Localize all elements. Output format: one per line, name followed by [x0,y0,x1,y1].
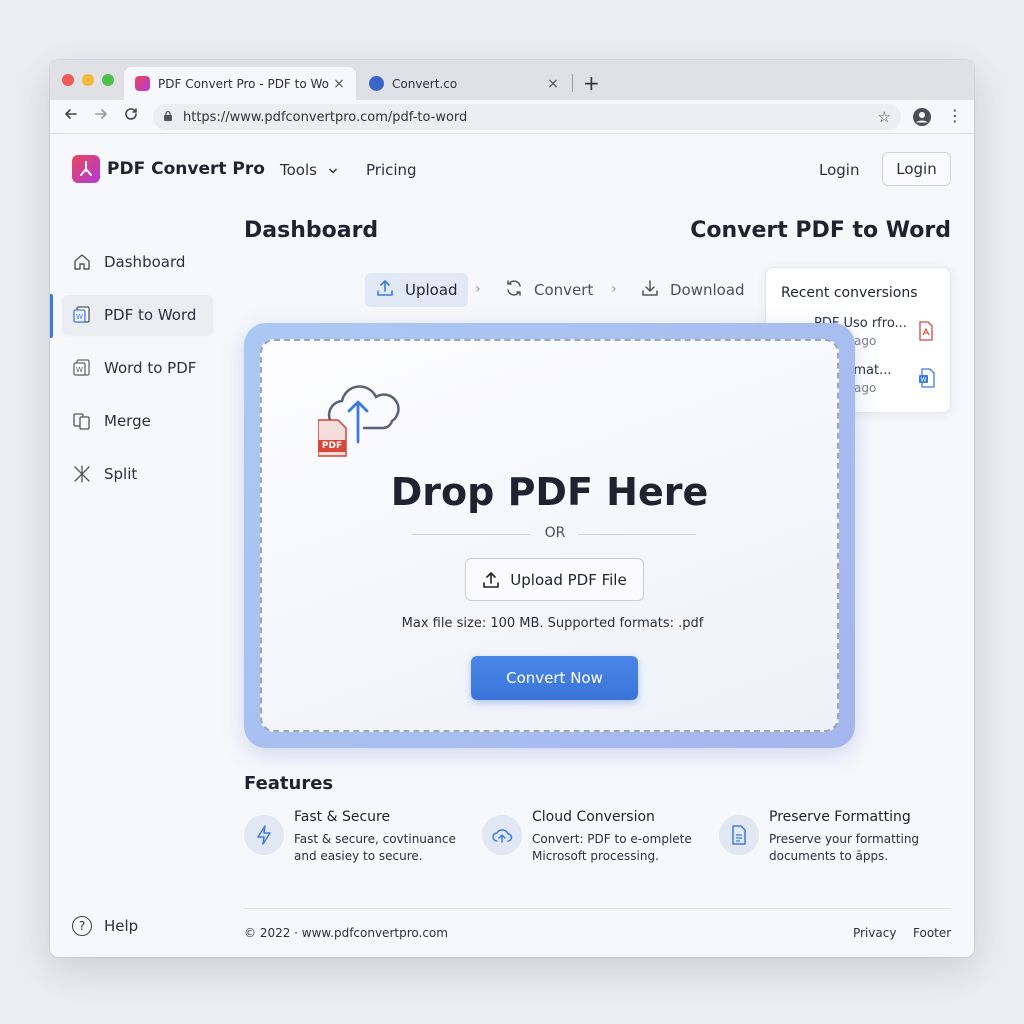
bookmark-star-icon[interactable]: ☆ [878,108,891,126]
url-text: https://www.pdfconvertpro.com/pdf-to-wor… [183,109,468,125]
close-window-button[interactable] [62,74,74,86]
tab-pdf-convert-pro[interactable]: PDF Convert Pro - PDF to Word × [124,67,356,100]
kebab-menu-icon[interactable]: ⋮ [947,106,963,125]
sidebar-item-word-to-pdf[interactable]: W Word to PDF [62,348,213,388]
tab-title: PDF Convert Pro - PDF to Word [158,76,330,91]
tab-separator [572,74,573,92]
url-input[interactable]: https://www.pdfconvertpro.com/pdf-to-wor… [153,104,901,130]
divider [578,534,696,535]
step-upload[interactable]: Upload [365,273,468,307]
file-limits-hint: Max file size: 100 MB. Supported formats… [401,616,704,631]
upload-button-label: Upload PDF File [510,570,627,589]
upload-pdf-button[interactable]: Upload PDF File [465,558,644,601]
maximize-window-button[interactable] [102,74,114,86]
help-link[interactable]: ? Help [72,916,138,936]
or-label: OR [544,525,566,541]
login-button[interactable]: Login [882,152,951,186]
sidebar-item-label: PDF to Word [104,306,197,324]
recent-title: Recent conversions [781,285,918,301]
merge-icon [72,411,92,431]
document-icon [719,815,759,855]
footer-copyright: © 2022 · www.pdfconvertpro.com [244,926,448,940]
minimize-window-button[interactable] [82,74,94,86]
lock-icon [163,110,175,125]
word-doc-icon: W [72,358,92,378]
feature-title: Preserve Formatting [769,809,911,825]
feature-desc: Convert: PDF to e-omplete Microsoft proc… [532,832,692,863]
sidebar-item-split[interactable]: Split [62,454,213,494]
chevron-right-icon: › [611,281,617,297]
download-icon [640,278,660,302]
split-icon [72,464,92,484]
help-icon: ? [72,916,92,936]
feature-title: Cloud Conversion [532,809,655,825]
footer-divider [244,908,951,909]
sidebar-item-merge[interactable]: Merge [62,401,213,441]
sidebar-item-label: Dashboard [104,253,186,271]
step-label: Upload [405,281,458,299]
chevron-down-icon [328,161,338,179]
brand-name[interactable]: PDF Convert Pro [107,159,265,179]
pdf-file-icon [918,321,934,345]
step-label: Convert [534,281,594,299]
home-icon [72,252,92,272]
sidebar-item-label: Split [104,465,138,483]
step-label: Download [670,281,745,299]
feature-desc: Fast & secure, covtinuance and easiey to… [294,832,456,863]
word-file-icon: W [918,368,936,392]
active-indicator [50,294,53,338]
sidebar-item-pdf-to-word[interactable]: W PDF to Word [62,295,213,335]
nav-tools[interactable]: Tools [280,161,338,179]
upload-icon [482,571,500,589]
address-bar-row: https://www.pdfconvertpro.com/pdf-to-wor… [50,100,974,134]
back-arrow-icon[interactable] [60,106,82,126]
sidebar-item-dashboard[interactable]: Dashboard [62,242,213,282]
section-title: Convert PDF to Word [690,218,951,243]
tab-strip: PDF Convert Pro - PDF to Word × Convert.… [50,60,974,100]
convert-icon [504,278,524,302]
reload-icon[interactable] [120,106,142,126]
tab-convert-co[interactable]: Convert.co × [358,67,570,100]
close-tab-icon[interactable]: × [330,76,348,92]
profile-icon[interactable] [913,108,931,126]
pdf-logo-icon [135,76,150,91]
upload-icon [375,278,395,302]
drop-zone-title: Drop PDF Here [390,470,709,514]
sidebar-item-label: Word to PDF [104,359,197,377]
nav-pricing[interactable]: Pricing [366,161,417,179]
svg-text:W: W [921,377,927,384]
features-heading: Features [244,773,334,794]
cloud-upload-icon [482,815,522,855]
convert-co-logo-icon [369,76,384,91]
nav-tools-label: Tools [280,161,317,179]
browser-window: PDF Convert Pro - PDF to Word × Convert.… [50,60,974,957]
brand-logo-icon[interactable] [72,155,100,183]
new-tab-button[interactable]: + [583,71,600,95]
svg-text:W: W [76,313,83,321]
recent-item-time: ago [854,381,877,395]
forward-arrow-icon[interactable] [90,106,112,126]
chevron-right-icon: › [475,281,481,297]
tab-title: Convert.co [392,76,458,91]
recent-item-time: ago [854,334,877,348]
pdf-badge: PDF [321,441,343,451]
feature-desc: Preserve your formatting documents to ā… [769,832,920,863]
word-doc-icon: W [72,305,92,325]
svg-text:W: W [76,366,83,374]
page-title: Dashboard [244,218,379,243]
sidebar-item-label: Merge [104,412,151,430]
lightning-icon [244,815,284,855]
footer-link-privacy[interactable]: Privacy [853,926,896,940]
help-label: Help [104,917,139,935]
login-link[interactable]: Login [819,161,859,179]
convert-now-button[interactable]: Convert Now [471,656,638,700]
step-convert[interactable]: Convert [504,273,593,307]
step-download[interactable]: Download [640,273,745,307]
footer-link-footer[interactable]: Footer [913,926,951,940]
feature-title: Fast & Secure [294,809,391,825]
close-tab-icon[interactable]: × [544,76,562,92]
